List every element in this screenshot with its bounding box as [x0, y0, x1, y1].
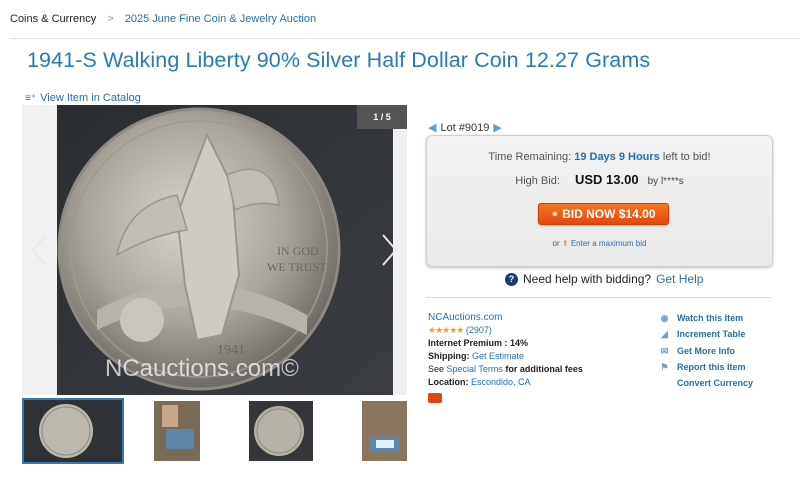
seller-name[interactable]: NCAuctions.com: [428, 311, 583, 324]
seller-info: NCAuctions.com ★★★★★ (2907) Internet Pre…: [428, 311, 583, 407]
breadcrumb-root[interactable]: Coins & Currency: [10, 13, 96, 25]
view-catalog-label: View Item in Catalog: [40, 92, 141, 104]
special-terms: See Special Terms for additional fees: [428, 363, 583, 376]
bid-now-label: BID NOW $14.00: [562, 207, 656, 221]
bid-now-button[interactable]: ● BID NOW $14.00: [538, 203, 669, 225]
watch-item-label: Watch this Item: [677, 313, 744, 323]
convert-currency-label: Convert Currency: [677, 378, 754, 389]
triangle-chart-icon: ◢: [661, 329, 668, 340]
question-icon: ?: [505, 272, 518, 286]
shipping: Shipping: Get Estimate: [428, 350, 583, 363]
convert-currency-link[interactable]: Convert Currency: [659, 375, 753, 391]
svg-text:WE TRUST: WE TRUST: [267, 260, 327, 274]
report-item-link[interactable]: ⚑ Report this Item: [659, 359, 753, 375]
get-help-link[interactable]: Get Help: [656, 272, 703, 286]
high-bid: High Bid: USD 13.00 by l****s: [427, 172, 772, 187]
breadcrumb: Coins & Currency > 2025 June Fine Coin &…: [10, 13, 316, 25]
image-gallery: IN GOD WE TRUST 1941 NCauctions.com© 1 /…: [22, 105, 407, 395]
more-info-label: Get More Info: [677, 345, 735, 356]
high-bidder: by l****s: [647, 176, 684, 187]
max-bid-link[interactable]: Enter a maximum bid: [571, 239, 647, 248]
lightbulb-icon: ●: [551, 208, 559, 220]
breadcrumb-current[interactable]: 2025 June Fine Coin & Jewelry Auction: [125, 13, 316, 25]
shipping-estimate-link[interactable]: Get Estimate: [472, 351, 524, 361]
catalog-list-icon: ≡⁺: [25, 92, 37, 104]
help-divider: [426, 297, 772, 298]
see-text: See: [428, 364, 445, 374]
bid-panel: Time Remaining: 19 Days 9 Hours left to …: [426, 135, 773, 267]
next-image-arrow[interactable]: [379, 233, 399, 267]
thumbnail-4[interactable]: [362, 401, 407, 461]
view-catalog-link[interactable]: ≡⁺ View Item in Catalog: [25, 92, 141, 104]
seller-rating: ★★★★★ (2907): [428, 324, 583, 337]
premium-label: Internet Premium :: [428, 338, 508, 348]
flag-icon: ⚑: [660, 361, 669, 372]
page-title: 1941-S Walking Liberty 90% Silver Half D…: [27, 48, 651, 72]
time-remaining-label: Time Remaining:: [488, 151, 572, 163]
svg-text:IN GOD: IN GOD: [277, 244, 319, 258]
envelope-icon: ✉: [660, 345, 669, 356]
time-remaining: Time Remaining: 19 Days 9 Hours left to …: [427, 151, 772, 163]
premium-value: 14%: [510, 338, 529, 348]
image-counter: 1 / 5: [357, 105, 407, 129]
eye-icon: ◉: [660, 313, 669, 323]
coin-image: IN GOD WE TRUST 1941: [57, 105, 393, 395]
lot-number: Lot #9019: [440, 121, 490, 134]
location-label: Location:: [428, 377, 469, 387]
report-item-label: Report this Item: [677, 361, 746, 372]
time-remaining-value: 19 Days 9 Hours: [574, 151, 660, 163]
thumbnail-2[interactable]: [154, 401, 200, 461]
internet-premium: Internet Premium : 14%: [428, 337, 583, 350]
rating-stars-icon: ★★★★★: [428, 325, 464, 335]
special-terms-link[interactable]: Special Terms: [447, 364, 503, 374]
breadcrumb-separator: >: [107, 13, 114, 25]
watch-item-link[interactable]: ◉ Watch this Item: [659, 310, 753, 326]
header-divider: [10, 38, 800, 39]
seller-badge-icon: [428, 393, 442, 403]
max-bid-row: or ⬆ Enter a maximum bid: [427, 239, 772, 248]
previous-lot-icon[interactable]: ◀: [428, 121, 436, 134]
next-lot-icon[interactable]: ▶: [493, 121, 501, 134]
location-value[interactable]: Escondido, CA: [471, 377, 531, 387]
thumbnail-3[interactable]: [249, 401, 313, 461]
shipping-label: Shipping:: [428, 351, 470, 361]
bidding-help: ? Need help with bidding? Get Help: [505, 272, 703, 286]
thumbnail-strip: [22, 398, 412, 464]
thumbnail-1[interactable]: [22, 398, 124, 464]
fees-text: for additional fees: [505, 364, 583, 374]
location: Location: Escondido, CA: [428, 376, 583, 389]
main-coin-photo[interactable]: IN GOD WE TRUST 1941 NCauctions.com©: [57, 105, 393, 395]
increment-table-link[interactable]: ◢ Increment Table: [659, 326, 753, 342]
help-text: Need help with bidding?: [523, 272, 652, 286]
time-remaining-suffix: left to bid!: [662, 151, 711, 163]
high-bid-label: High Bid:: [515, 175, 560, 187]
more-info-link[interactable]: ✉ Get More Info: [659, 343, 753, 359]
max-bid-prefix: or: [552, 239, 560, 248]
photo-watermark: NCauctions.com©: [105, 355, 299, 382]
item-actions: ◉ Watch this Item ◢ Increment Table ✉ Ge…: [659, 310, 753, 391]
lot-navigator: ◀ Lot #9019 ▶: [428, 121, 502, 135]
max-bid-arrow-icon: ⬆: [561, 239, 569, 248]
increment-table-label: Increment Table: [677, 329, 746, 340]
previous-image-arrow[interactable]: [30, 233, 50, 267]
rating-count[interactable]: (2907): [466, 325, 492, 335]
high-bid-amount: USD 13.00: [574, 172, 639, 187]
